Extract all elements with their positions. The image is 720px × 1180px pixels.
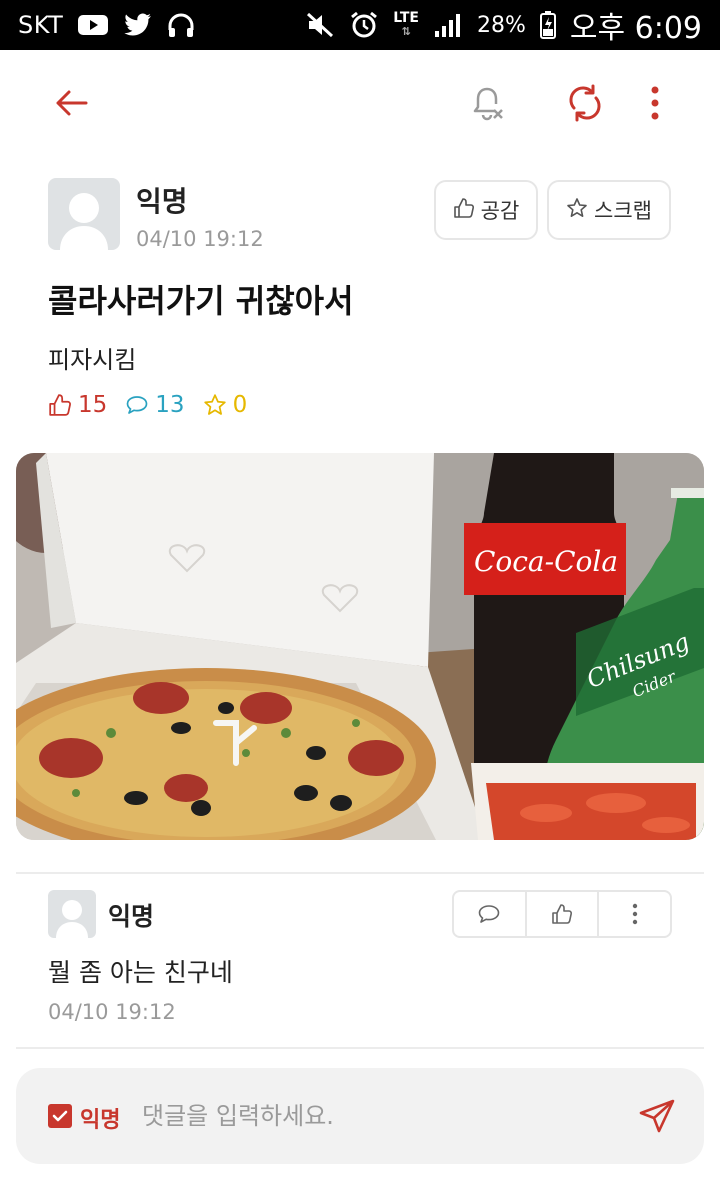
scrap-button[interactable]: 스크랩 (547, 180, 671, 240)
like-button[interactable]: 공감 (434, 180, 538, 240)
post-photo[interactable]: Coca-Cola Chilsung Cider (16, 453, 704, 840)
status-bar: SKT LTE ⇅ 28% 오후 6:09 (0, 0, 720, 50)
speech-bubble-icon (126, 396, 148, 414)
thumbs-up-icon (453, 197, 475, 224)
default-avatar-icon (60, 193, 108, 250)
signal-icon (433, 11, 463, 39)
notification-off-button[interactable] (462, 80, 512, 130)
battery-icon (539, 11, 556, 39)
default-avatar-icon (56, 900, 88, 938)
post-time: 04/10 19:12 (136, 227, 264, 251)
alarm-icon (349, 10, 379, 40)
clock: 오후 6:09 (569, 11, 702, 46)
like-count: 15 (48, 392, 107, 418)
refresh-button[interactable] (560, 80, 610, 130)
comment-more-button[interactable] (597, 892, 670, 936)
cola-label: Coca-Cola (474, 545, 618, 578)
comment-count: 13 (125, 392, 185, 418)
comment-author-avatar (48, 890, 96, 938)
pizza-and-drinks-image: Coca-Cola Chilsung Cider (16, 453, 704, 840)
more-options-button[interactable] (630, 80, 680, 130)
headphones-icon (167, 12, 195, 38)
comment-actions (452, 890, 672, 938)
battery-percent: 28% (476, 12, 526, 38)
more-vertical-icon (632, 903, 637, 925)
comment-input-bar: 익명 (16, 1068, 704, 1164)
star-icon (566, 197, 588, 224)
checkmark-icon (52, 1110, 68, 1122)
author-avatar (48, 178, 120, 250)
more-vertical-icon (650, 85, 660, 125)
post-title: 콜라사러가기 귀찮아서 (48, 282, 354, 320)
scrap-button-label: 스크랩 (594, 199, 652, 223)
refresh-icon (566, 84, 604, 126)
back-button[interactable] (46, 80, 96, 130)
star-icon (203, 394, 226, 415)
like-button-label: 공감 (480, 199, 520, 223)
youtube-icon (77, 13, 109, 37)
network-type: LTE ⇅ (393, 10, 419, 38)
reply-button[interactable] (454, 892, 525, 936)
thumbs-up-icon (49, 394, 71, 416)
divider (16, 1047, 704, 1049)
comment-text: 뭘 좀 아는 친구네 (48, 958, 233, 987)
comment-like-button[interactable] (524, 892, 598, 936)
comment-author: 익명 (108, 902, 155, 931)
bell-off-icon (467, 83, 507, 127)
twitter-icon (123, 12, 153, 38)
divider (16, 872, 704, 874)
arrow-left-icon (54, 89, 88, 121)
thumbs-up-icon (552, 904, 573, 924)
comment-time: 04/10 19:12 (48, 1000, 176, 1024)
carrier-label: SKT (18, 11, 64, 39)
scrap-count: 0 (203, 392, 247, 418)
post-stats: 15 13 0 (48, 392, 247, 418)
mute-icon (305, 11, 335, 39)
comment-input[interactable] (142, 1092, 622, 1140)
post-body: 피자시킴 (48, 346, 137, 374)
post-author: 익명 (136, 185, 188, 218)
speech-bubble-icon (479, 905, 500, 923)
app-bar (0, 50, 720, 160)
anonymous-label[interactable]: 익명 (80, 1102, 120, 1134)
send-button[interactable] (632, 1094, 682, 1138)
send-icon (639, 1099, 675, 1133)
anonymous-checkbox[interactable] (48, 1104, 72, 1128)
